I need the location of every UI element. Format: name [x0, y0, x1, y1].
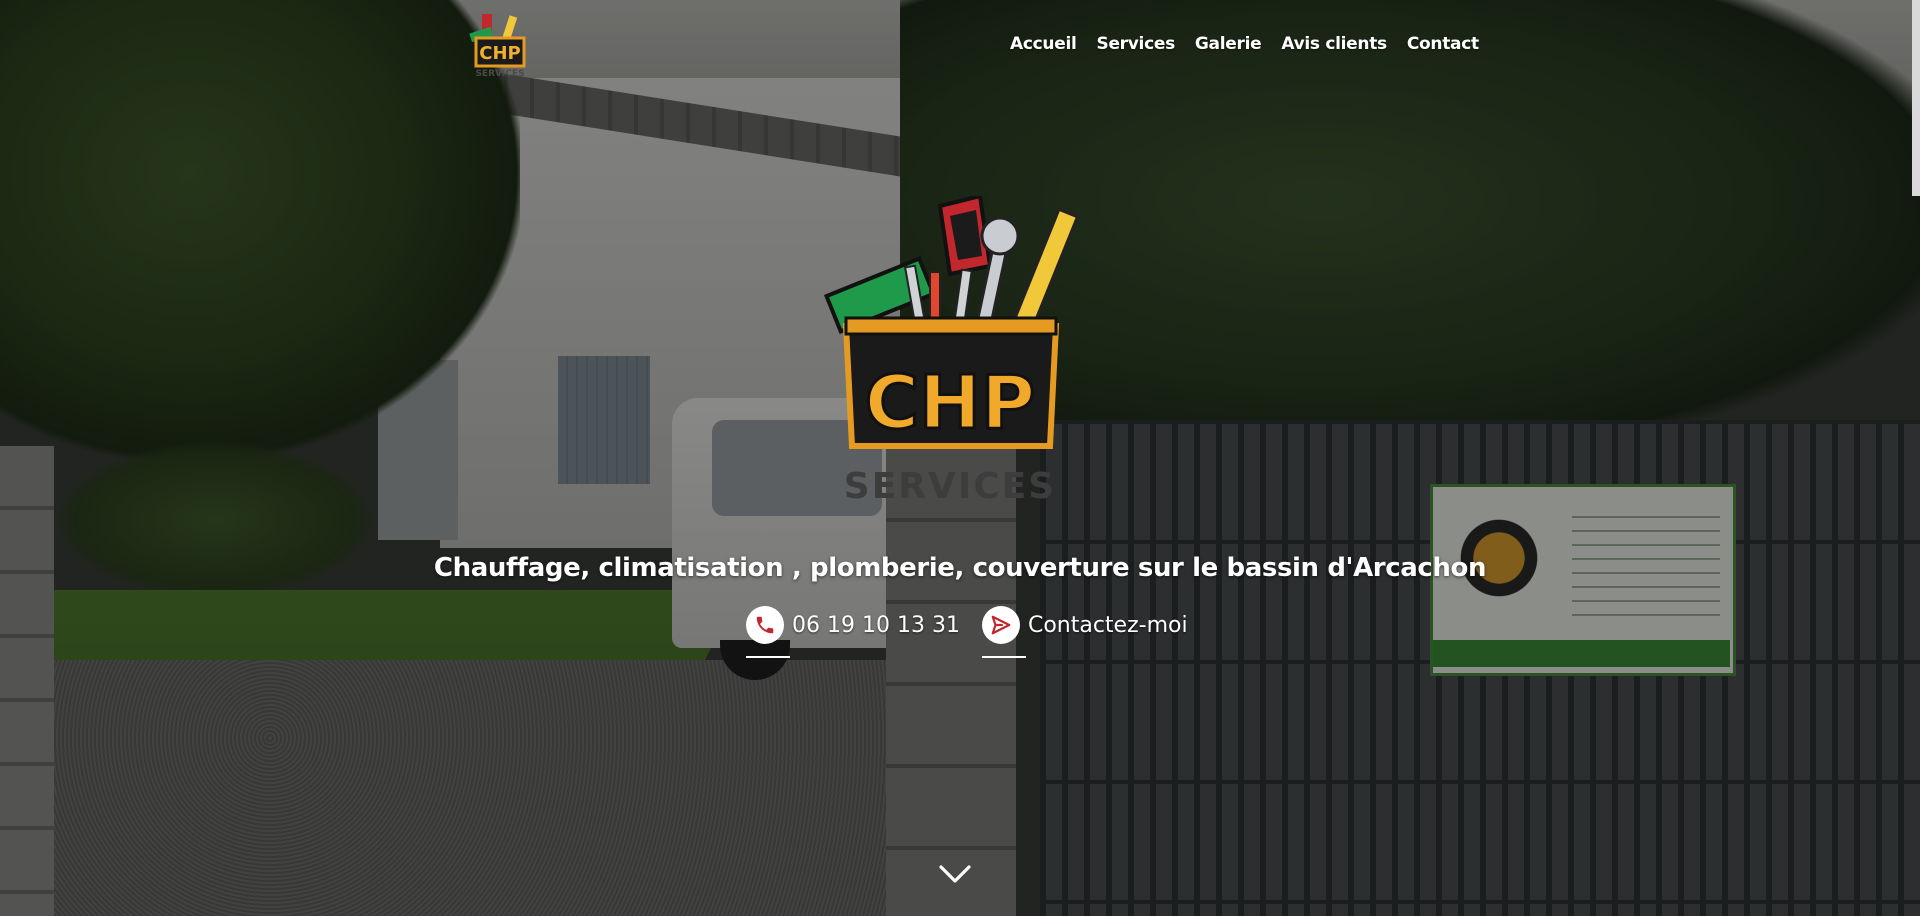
hero-logo-subtext: SERVICES — [844, 466, 1056, 507]
svg-text:SERVICES: SERVICES — [475, 69, 524, 79]
nav-galerie[interactable]: Galerie — [1195, 34, 1262, 54]
toolbox-logo-icon: CHP SERVICES — [469, 14, 526, 79]
scroll-down-button[interactable] — [938, 860, 972, 888]
hero-logo-text: CHP — [865, 360, 1035, 446]
phone-icon — [746, 606, 784, 644]
phone-underline — [746, 656, 790, 658]
contact-link[interactable]: Contactez-moi — [981, 606, 1188, 658]
nav-services[interactable]: Services — [1097, 34, 1176, 54]
chevron-down-icon — [939, 865, 971, 883]
header-logo[interactable]: CHP SERVICES — [466, 10, 534, 84]
toolbox-logo-large-icon: CHP SERVICES — [823, 193, 1080, 507]
scrollbar[interactable] — [1910, 0, 1920, 916]
send-icon — [981, 606, 1020, 644]
hero-contact-links: 06 19 10 13 31 Contactez-moi — [746, 606, 1188, 658]
main-nav: Accueil Services Galerie Avis clients Co… — [1010, 34, 1479, 54]
hero-logo: CHP SERVICES — [800, 193, 1100, 516]
phone-number: 06 19 10 13 31 — [792, 612, 960, 638]
contact-underline — [981, 656, 1026, 658]
contact-label: Contactez-moi — [1027, 612, 1188, 638]
nav-accueil[interactable]: Accueil — [1010, 34, 1077, 54]
nav-avis-clients[interactable]: Avis clients — [1281, 34, 1387, 54]
nav-contact[interactable]: Contact — [1407, 34, 1479, 54]
scrollbar-thumb[interactable] — [1912, 0, 1920, 196]
phone-link[interactable]: 06 19 10 13 31 — [746, 606, 960, 658]
svg-text:CHP: CHP — [479, 43, 520, 64]
hero-tagline: Chauffage, climatisation , plomberie, co… — [433, 553, 1487, 584]
